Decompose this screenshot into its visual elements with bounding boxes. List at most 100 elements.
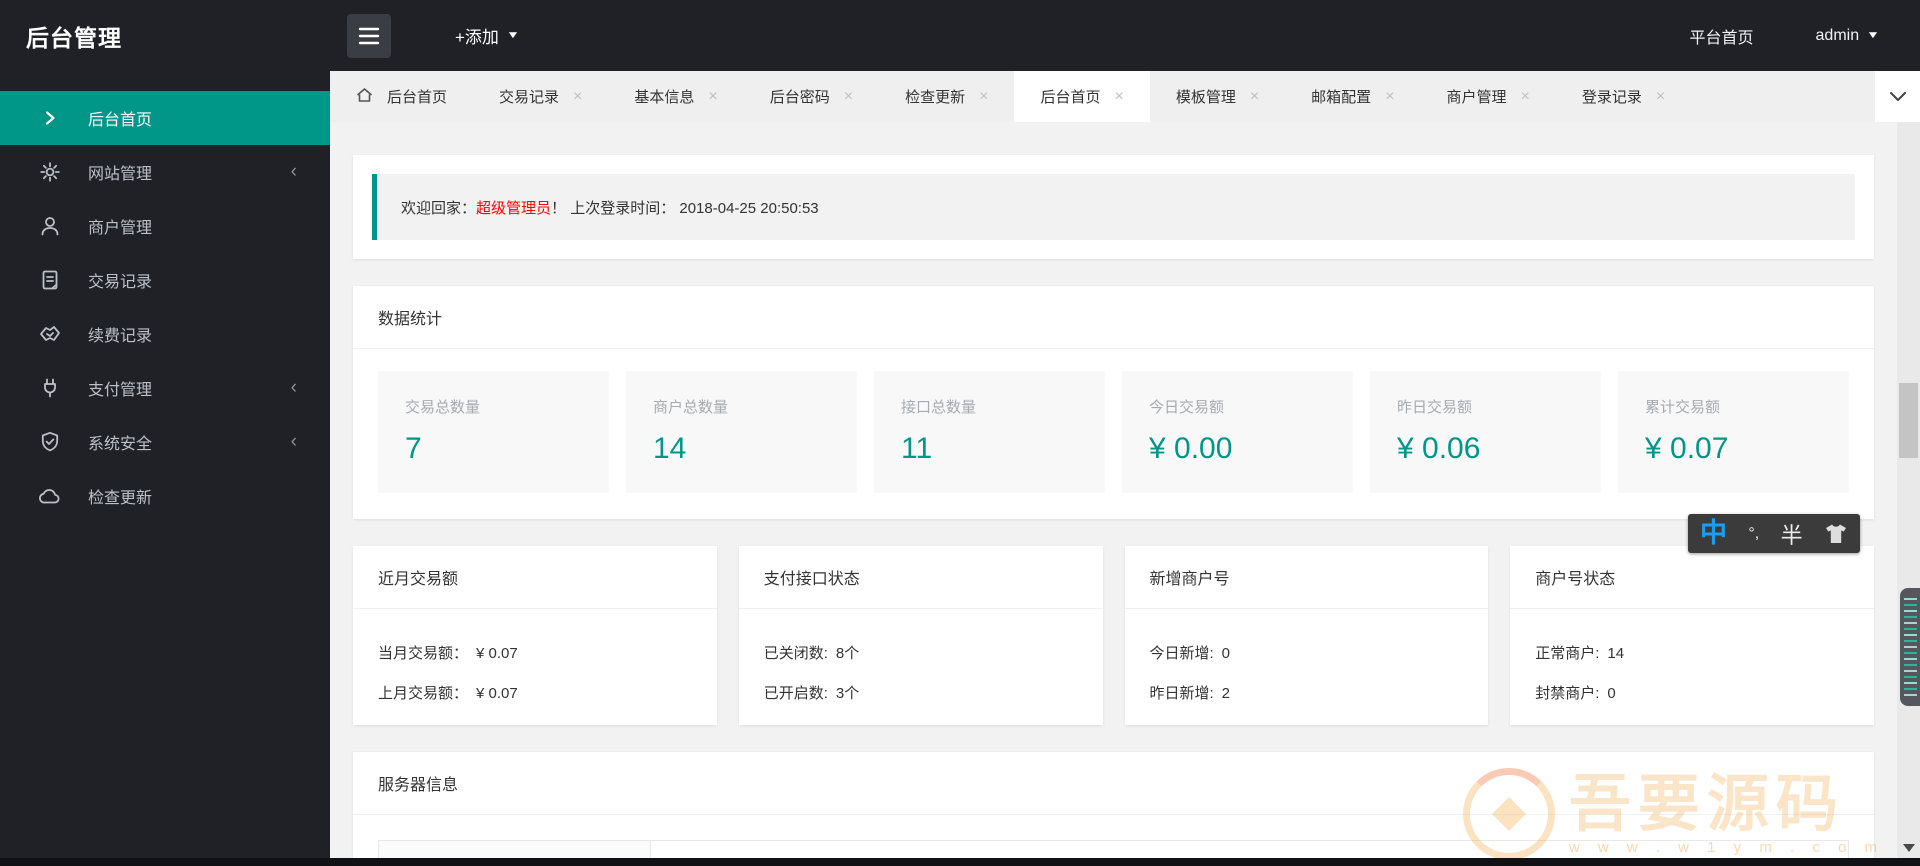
sidebar-item-label: 商户管理: [88, 220, 153, 237]
panel-title: 支付接口状态: [738, 546, 1103, 609]
panel-line-value: ¥ 0.07: [476, 685, 518, 702]
panel-merchant-status: 商户号状态 正常商户: 14 封禁商户: 0: [1510, 546, 1874, 725]
panel-line-label: 封禁商户:: [1535, 685, 1600, 702]
tab-check-update[interactable]: 检查更新 ×: [879, 71, 1014, 122]
collapse-arrow-icon[interactable]: ‹: [291, 431, 297, 453]
tab-label: 检查更新: [905, 89, 966, 106]
collapse-menu-button[interactable]: [347, 13, 391, 58]
tab-home-pinned[interactable]: 后台首页: [330, 71, 473, 122]
tab-admin-password[interactable]: 后台密码 ×: [744, 71, 879, 122]
panel-line: 正常商户: 14: [1535, 642, 1849, 663]
top-bar: 后台管理 +添加 ▼ 平台首页 admin ▼: [0, 0, 1920, 71]
ime-toolbar[interactable]: 中 °, 半: [1688, 514, 1860, 553]
welcome-alert: 欢迎回家： 超级管理员 ！ 上次登录时间： 2018-04-25 20:50:5…: [372, 174, 1855, 240]
scrollbar-down-arrow[interactable]: [1902, 844, 1915, 852]
tab-merchant-management[interactable]: 商户管理 ×: [1421, 71, 1556, 122]
ime-chinese-mode-icon[interactable]: 中: [1700, 520, 1727, 547]
stat-total-interfaces: 接口总数量 11: [874, 371, 1105, 493]
tab-mailbox-config[interactable]: 邮箱配置 ×: [1285, 71, 1420, 122]
ime-halfwidth-icon[interactable]: 半: [1781, 518, 1803, 550]
close-icon[interactable]: ×: [979, 88, 988, 105]
panel-interface-status: 支付接口状态 已关闭数: 8个 已开启数: 3个: [738, 546, 1103, 725]
server-info-table: 操作系统 Linux: [378, 840, 1849, 858]
sidebar-item-label: 检查更新: [88, 490, 153, 507]
close-icon[interactable]: ×: [1521, 88, 1530, 105]
tab-label: 后台密码: [769, 89, 830, 106]
tab-trade-records[interactable]: 交易记录 ×: [473, 71, 608, 122]
panel-recent-month-amount: 近月交易额 当月交易额： ¥ 0.07 上月交易额： ¥ 0.07: [353, 546, 717, 725]
vertical-scrollbar[interactable]: [1897, 122, 1920, 858]
stat-cumulative-amount: 累计交易额 ¥ 0.07: [1618, 371, 1849, 493]
stats-card: 数据统计 交易总数量 7 商户总数量 14 接口总数量 11 今日交易额 ¥ 0…: [353, 286, 1874, 519]
welcome-prefix: 欢迎回家：: [401, 199, 477, 217]
panel-line: 已关闭数: 8个: [764, 642, 1078, 663]
collapse-arrow-icon[interactable]: ‹: [291, 377, 297, 399]
tab-basic-info[interactable]: 基本信息 ×: [608, 71, 743, 122]
sidebar-item-label: 支付管理: [88, 382, 153, 399]
sidebar-item-home[interactable]: 后台首页: [0, 91, 330, 145]
gear-icon: [37, 159, 63, 185]
cloud-icon: [37, 483, 63, 509]
close-icon[interactable]: ×: [1656, 88, 1665, 105]
platform-home-link[interactable]: 平台首页: [1690, 24, 1754, 48]
document-icon: [37, 267, 63, 293]
ime-skin-shirt-icon[interactable]: [1824, 523, 1848, 545]
stat-value: ¥ 0.00: [1149, 432, 1233, 465]
main-content: 欢迎回家： 超级管理员 ！ 上次登录时间： 2018-04-25 20:50:5…: [330, 122, 1897, 858]
server-info-card: 服务器信息 操作系统 Linux: [353, 752, 1874, 858]
close-icon[interactable]: ×: [1250, 88, 1259, 105]
sidebar-item-website-management[interactable]: 网站管理 ‹: [0, 145, 330, 199]
stat-total-trades: 交易总数量 7: [378, 371, 609, 493]
sidebar-item-trade-records[interactable]: 交易记录: [0, 253, 330, 307]
close-icon[interactable]: ×: [844, 88, 853, 105]
stat-total-merchants: 商户总数量 14: [626, 371, 857, 493]
panel-line: 今日新增: 0: [1150, 642, 1464, 663]
stat-value: ¥ 0.07: [1645, 432, 1729, 465]
add-button[interactable]: +添加 ▼: [455, 23, 520, 48]
close-icon[interactable]: ×: [1385, 88, 1394, 105]
scrollbar-thumb[interactable]: [1899, 383, 1918, 458]
side-dock-widget[interactable]: [1900, 588, 1920, 706]
stat-label: 昨日交易额: [1397, 399, 1473, 416]
tab-label: 商户管理: [1446, 89, 1507, 106]
tab-login-records[interactable]: 登录记录 ×: [1556, 71, 1691, 122]
tab-home-active[interactable]: 后台首页 ×: [1014, 71, 1150, 122]
stat-label: 接口总数量: [901, 399, 977, 416]
stats-body: 交易总数量 7 商户总数量 14 接口总数量 11 今日交易额 ¥ 0.00 昨…: [353, 349, 1874, 519]
tab-overflow-button[interactable]: [1875, 71, 1920, 122]
panel-new-merchants: 新增商户号 今日新增: 0 昨日新增: 2: [1124, 546, 1489, 725]
panel-title: 商户号状态: [1510, 546, 1874, 609]
admin-user-menu[interactable]: admin ▼: [1815, 26, 1880, 45]
sidebar-item-system-security[interactable]: 系统安全 ‹: [0, 415, 330, 469]
panel-line-label: 上月交易额：: [378, 685, 469, 702]
close-icon[interactable]: ×: [573, 88, 582, 105]
sidebar-item-check-update[interactable]: 检查更新: [0, 469, 330, 523]
top-bar-right: 平台首页 admin ▼: [1690, 24, 1920, 48]
summary-panels: 近月交易额 当月交易额： ¥ 0.07 上月交易额： ¥ 0.07 支付接口状态 已…: [353, 546, 1874, 725]
panel-line-label: 今日新增:: [1149, 645, 1214, 662]
stat-label: 今日交易额: [1149, 399, 1225, 416]
stat-value: 14: [653, 432, 687, 465]
admin-username: admin: [1815, 26, 1860, 44]
tab-template-management[interactable]: 模板管理 ×: [1150, 71, 1285, 122]
panel-line-value: 14: [1607, 645, 1625, 662]
ime-punctuation-icon[interactable]: °,: [1748, 525, 1759, 543]
panel-line: 上月交易额： ¥ 0.07: [378, 682, 692, 703]
sidebar-item-renewal-records[interactable]: 续费记录: [0, 307, 330, 361]
sidebar-item-payment-management[interactable]: 支付管理 ‹: [0, 361, 330, 415]
sidebar-item-label: 网站管理: [88, 166, 153, 183]
tab-bar: 后台首页 交易记录 × 基本信息 × 后台密码 × 检查更新 × 后台首页 × …: [330, 71, 1920, 122]
close-icon[interactable]: ×: [708, 88, 717, 105]
sidebar-item-label: 系统安全: [88, 436, 153, 453]
panel-line: 封禁商户: 0: [1535, 682, 1849, 703]
close-icon[interactable]: ×: [1114, 88, 1123, 105]
panel-line: 已开启数: 3个: [764, 682, 1078, 703]
sidebar-item-label: 续费记录: [88, 328, 153, 345]
collapse-arrow-icon[interactable]: ‹: [291, 161, 297, 183]
panel-line-value: 2: [1221, 685, 1231, 702]
stat-today-amount: 今日交易额 ¥ 0.00: [1122, 371, 1353, 493]
sidebar-item-merchant-management[interactable]: 商户管理: [0, 199, 330, 253]
server-os-value: Linux: [650, 840, 1849, 858]
tab-label: 后台首页: [387, 89, 448, 106]
stat-label: 交易总数量: [405, 399, 481, 416]
